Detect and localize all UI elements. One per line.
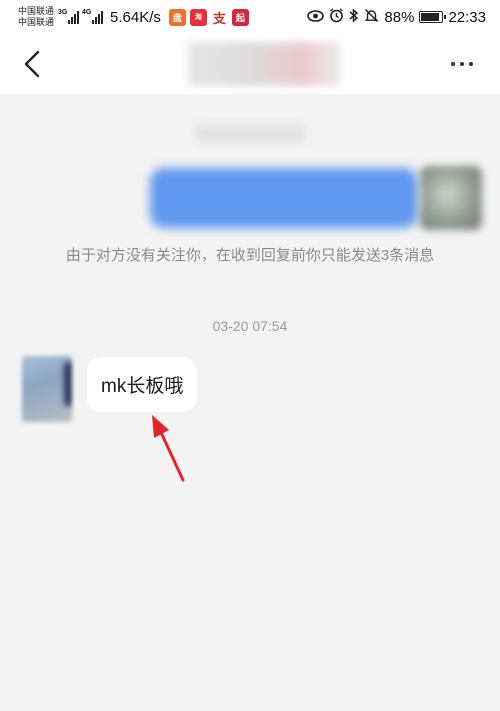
chat-header: [0, 34, 500, 94]
follow-restriction-notice: 由于对方没有关注你，在收到回复前你只能发送3条消息: [65, 247, 435, 264]
bluetooth-icon: [349, 8, 359, 26]
contact-name-blurred: [188, 42, 340, 86]
signal-1-icon: 3G: [58, 9, 80, 24]
timestamp-blurred: [195, 124, 305, 142]
alarm-icon: [329, 8, 344, 26]
message-timestamp: 03-20 07:54: [212, 318, 288, 334]
battery-icon: [419, 11, 447, 23]
battery-percent: 88%: [384, 8, 415, 26]
network-speed: 5.64K/s: [110, 8, 161, 26]
signal-1-tag: 3G: [58, 9, 68, 16]
app-icon-2: 淘: [189, 8, 207, 26]
signal-2-tag: 4G: [82, 9, 92, 16]
mute-icon: [364, 8, 379, 26]
app-icon-4: 起: [231, 8, 249, 26]
more-options-button[interactable]: [444, 50, 480, 78]
notification-app-icons: 盘 淘 支 起: [168, 8, 249, 26]
carrier-2: 中国联通: [18, 17, 55, 27]
back-button[interactable]: [16, 48, 48, 80]
carrier-names: 中国联通 中国联通: [18, 6, 54, 28]
signal-2-icon: 4G: [82, 9, 104, 24]
dot-icon: [460, 62, 464, 66]
status-right: 88% 22:33: [307, 8, 486, 26]
my-avatar-blurred[interactable]: [420, 166, 482, 230]
chevron-left-icon: [24, 50, 40, 78]
dot-icon: [469, 62, 473, 66]
contact-avatar-blurred[interactable]: [22, 356, 72, 422]
sent-message-bubble-blurred[interactable]: [150, 168, 418, 228]
status-bar: 中国联通 中国联通 3G 4G 5.64K/s 盘 淘 支 起 88% 22:3…: [0, 0, 500, 34]
app-icon-3: 支: [210, 8, 228, 26]
clock: 22:33: [448, 8, 486, 26]
carrier-1: 中国联通: [18, 6, 55, 16]
app-icon-1: 盘: [168, 8, 186, 26]
annotation-arrow-icon: [152, 415, 185, 482]
received-message-bubble[interactable]: mk长板哦: [87, 357, 198, 412]
eye-icon: [307, 9, 325, 25]
chat-area[interactable]: 由于对方没有关注你，在收到回复前你只能发送3条消息 03-20 07:54 mk…: [0, 94, 500, 711]
dot-icon: [451, 62, 455, 66]
